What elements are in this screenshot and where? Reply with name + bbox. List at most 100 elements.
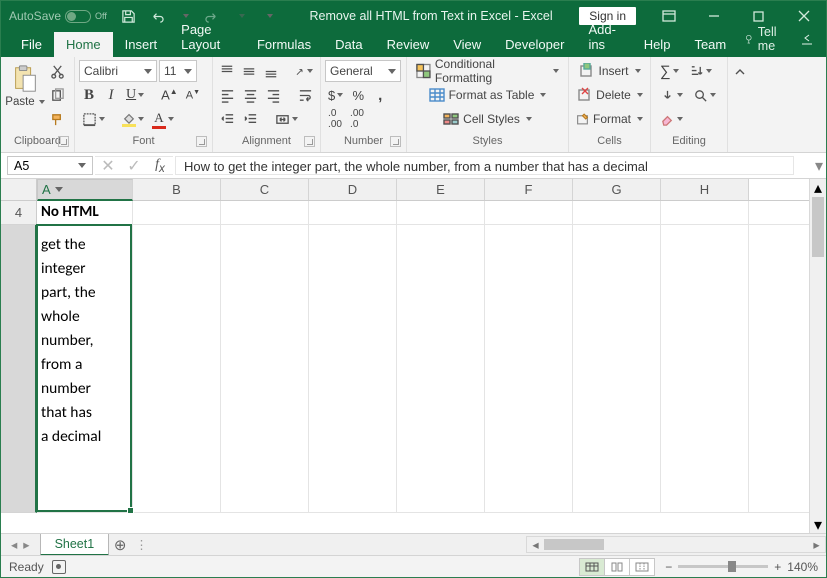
tab-developer[interactable]: Developer bbox=[493, 32, 576, 57]
column-header[interactable]: G bbox=[573, 179, 661, 200]
dialog-launcher-icon[interactable] bbox=[58, 136, 69, 147]
comma-button[interactable]: , bbox=[370, 84, 390, 106]
autosum-button[interactable]: ∑ bbox=[657, 60, 682, 82]
insert-function-button[interactable]: fx bbox=[147, 157, 173, 175]
cell[interactable] bbox=[221, 225, 309, 512]
worksheet-grid[interactable]: ABCDEFGH 4 No HTMLget theintegerpart, th… bbox=[1, 179, 826, 533]
horizontal-scrollbar[interactable]: ◂ ▸ bbox=[526, 536, 826, 553]
cell[interactable] bbox=[485, 201, 573, 224]
tab-file[interactable]: File bbox=[9, 32, 54, 57]
page-layout-view-button[interactable] bbox=[604, 558, 630, 576]
cell[interactable]: No HTML bbox=[37, 201, 133, 224]
decrease-indent-button[interactable] bbox=[217, 108, 238, 130]
zoom-slider[interactable] bbox=[678, 565, 768, 568]
column-header[interactable]: D bbox=[309, 179, 397, 200]
autosave-toggle[interactable]: AutoSave Off bbox=[1, 9, 115, 23]
number-format-select[interactable]: General bbox=[325, 60, 401, 82]
font-color-button[interactable]: A bbox=[149, 108, 177, 130]
column-header[interactable]: H bbox=[661, 179, 749, 200]
expand-formula-bar-button[interactable]: ▾ bbox=[812, 153, 826, 178]
orientation-button[interactable] bbox=[292, 60, 316, 82]
cell[interactable] bbox=[661, 225, 749, 512]
column-header[interactable]: C bbox=[221, 179, 309, 200]
new-sheet-button[interactable]: ⊕ bbox=[109, 536, 131, 554]
tab-help[interactable]: Help bbox=[632, 32, 683, 57]
decrease-decimal-button[interactable]: .00.0 bbox=[347, 108, 367, 130]
vertical-scrollbar[interactable]: ▴ ▾ bbox=[809, 179, 826, 533]
align-right-button[interactable] bbox=[263, 84, 284, 106]
format-painter-button[interactable] bbox=[47, 108, 68, 130]
scroll-right-button[interactable]: ▸ bbox=[808, 537, 825, 552]
align-top-button[interactable] bbox=[217, 60, 237, 82]
tab-review[interactable]: Review bbox=[375, 32, 442, 57]
macro-record-button[interactable] bbox=[52, 560, 66, 574]
dialog-launcher-icon[interactable] bbox=[304, 136, 315, 147]
undo-button[interactable] bbox=[143, 1, 171, 31]
dialog-launcher-icon[interactable] bbox=[390, 136, 401, 147]
font-size-select[interactable]: 11 bbox=[159, 60, 197, 82]
cell[interactable] bbox=[133, 225, 221, 512]
format-as-table-button[interactable]: Format as Table bbox=[411, 84, 564, 106]
redo-button[interactable] bbox=[199, 1, 227, 31]
scroll-down-button[interactable]: ▾ bbox=[810, 516, 826, 533]
sheet-nav-next[interactable]: ▸ bbox=[23, 537, 29, 552]
share-button[interactable] bbox=[797, 31, 818, 47]
percent-button[interactable]: % bbox=[348, 84, 368, 106]
cell[interactable]: get theintegerpart, thewholenumber,from … bbox=[37, 225, 133, 512]
cut-button[interactable] bbox=[47, 60, 68, 82]
column-header[interactable]: F bbox=[485, 179, 573, 200]
scroll-thumb[interactable] bbox=[812, 197, 824, 257]
sheet-tab[interactable]: Sheet1 bbox=[40, 534, 110, 556]
merge-center-button[interactable] bbox=[272, 108, 301, 130]
cell[interactable] bbox=[485, 225, 573, 512]
align-bottom-button[interactable] bbox=[261, 60, 281, 82]
font-name-select[interactable]: Calibri bbox=[79, 60, 157, 82]
enter-formula-button[interactable]: ✓ bbox=[121, 156, 147, 176]
sheet-nav-prev[interactable]: ◂ bbox=[11, 537, 17, 552]
collapse-ribbon-button[interactable] bbox=[730, 61, 750, 83]
name-box[interactable]: A5 bbox=[7, 156, 93, 175]
cell[interactable] bbox=[309, 201, 397, 224]
wrap-text-button[interactable] bbox=[295, 84, 316, 106]
cell[interactable] bbox=[397, 225, 485, 512]
cell-styles-button[interactable]: Cell Styles bbox=[411, 108, 564, 130]
formula-input[interactable]: How to get the integer part, the whole n… bbox=[175, 156, 794, 175]
cell[interactable] bbox=[309, 225, 397, 512]
dialog-launcher-icon[interactable] bbox=[196, 136, 207, 147]
cell[interactable] bbox=[221, 201, 309, 224]
column-header[interactable]: A bbox=[37, 179, 133, 201]
row-header[interactable] bbox=[1, 225, 37, 513]
select-all-corner[interactable] bbox=[1, 179, 37, 200]
accounting-format-button[interactable]: $ bbox=[325, 84, 346, 106]
scroll-left-button[interactable]: ◂ bbox=[527, 537, 544, 552]
align-left-button[interactable] bbox=[217, 84, 238, 106]
cells-area[interactable]: No HTMLget theintegerpart, thewholenumbe… bbox=[37, 201, 826, 513]
zoom-level[interactable]: 140% bbox=[787, 560, 818, 574]
save-button[interactable] bbox=[115, 1, 143, 31]
zoom-out-button[interactable]: − bbox=[665, 560, 672, 574]
column-header[interactable]: B bbox=[133, 179, 221, 200]
conditional-formatting-button[interactable]: Conditional Formatting bbox=[411, 60, 564, 82]
tab-view[interactable]: View bbox=[441, 32, 493, 57]
copy-button[interactable] bbox=[47, 84, 68, 106]
sort-filter-button[interactable] bbox=[686, 60, 715, 82]
cell[interactable] bbox=[397, 201, 485, 224]
clear-button[interactable] bbox=[657, 108, 686, 130]
find-select-button[interactable] bbox=[690, 84, 719, 106]
row-header[interactable]: 4 bbox=[1, 201, 37, 225]
increase-font-button[interactable]: A▲ bbox=[158, 84, 181, 106]
fill-color-button[interactable] bbox=[119, 108, 147, 130]
scroll-thumb[interactable] bbox=[544, 539, 604, 550]
qat-customize[interactable] bbox=[255, 1, 283, 31]
paste-button[interactable]: Paste bbox=[5, 60, 45, 135]
tab-addins[interactable]: Add-ins bbox=[576, 17, 631, 57]
redo-dropdown[interactable] bbox=[227, 1, 255, 31]
tab-team[interactable]: Team bbox=[682, 32, 738, 57]
scroll-up-button[interactable]: ▴ bbox=[810, 179, 826, 196]
page-break-view-button[interactable] bbox=[629, 558, 655, 576]
increase-indent-button[interactable] bbox=[240, 108, 261, 130]
delete-cells-button[interactable]: Delete bbox=[573, 84, 646, 106]
minimize-button[interactable] bbox=[691, 1, 736, 31]
tab-formulas[interactable]: Formulas bbox=[245, 32, 323, 57]
cancel-formula-button[interactable]: ✕ bbox=[95, 156, 121, 176]
